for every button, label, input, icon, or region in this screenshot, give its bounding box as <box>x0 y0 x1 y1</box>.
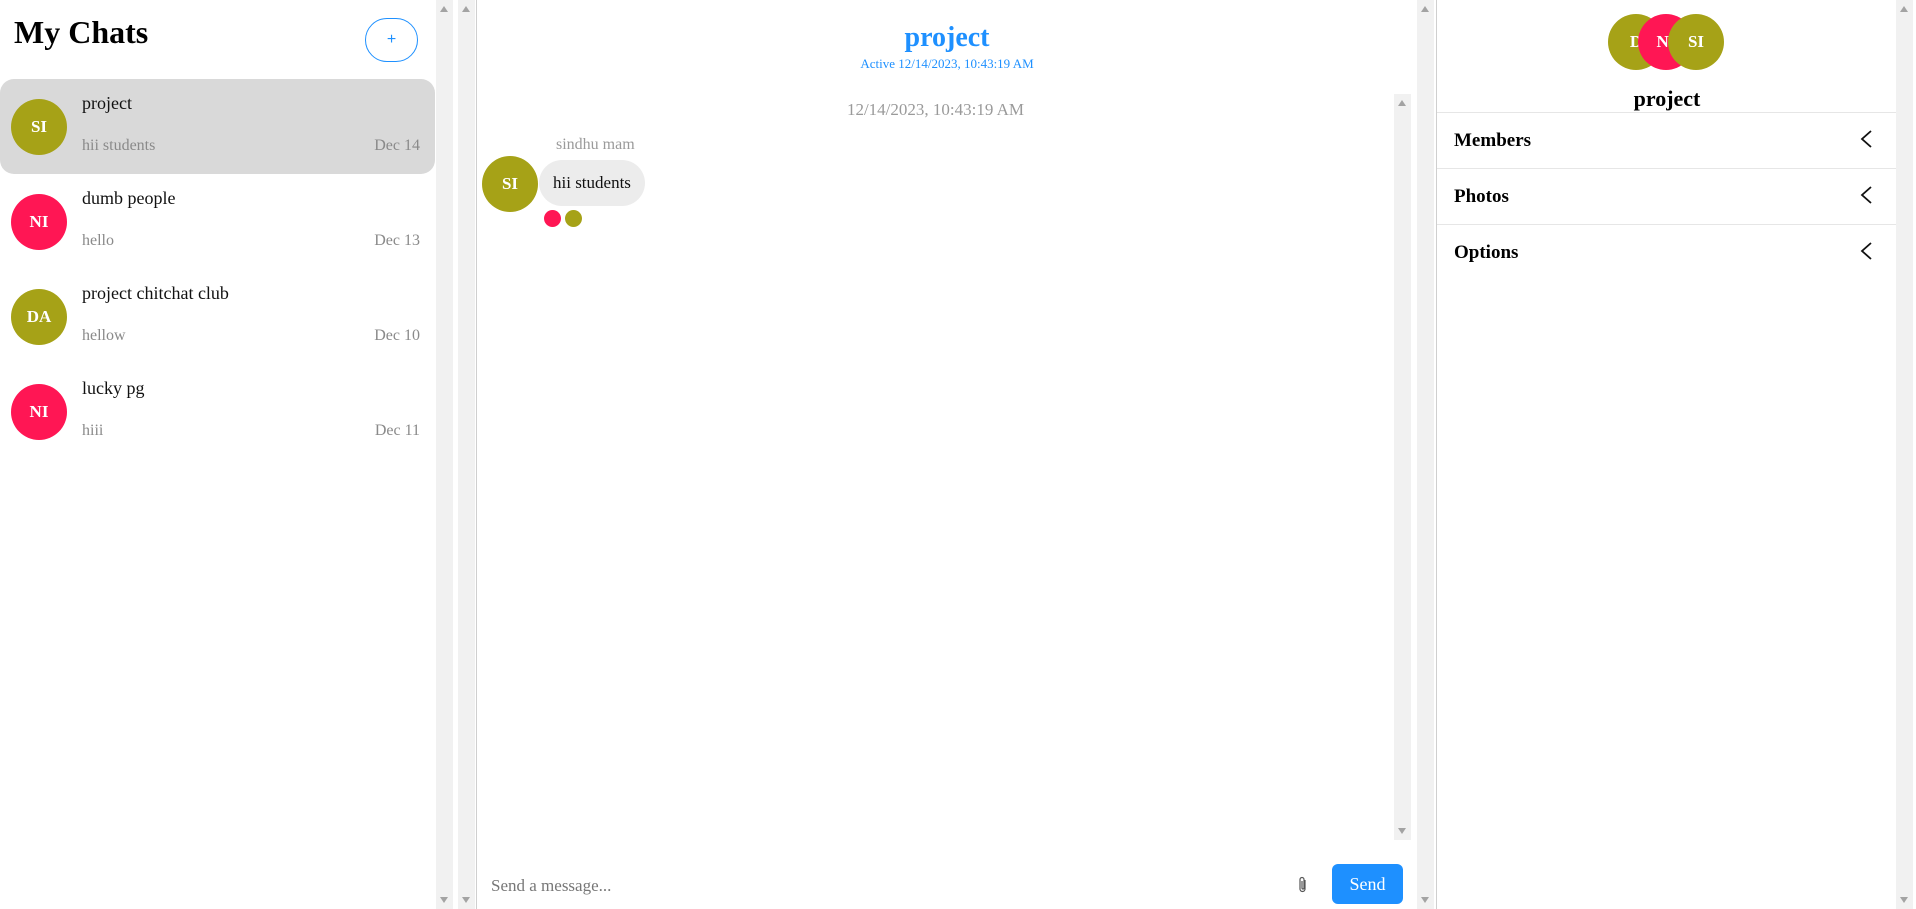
chat-item-dumb-people[interactable]: NI dumb people hello Dec 13 <box>0 174 435 269</box>
message-composer: Send <box>477 860 1417 909</box>
chat-last-message: hiii <box>82 422 104 439</box>
scroll-up-arrow-icon[interactable] <box>440 6 448 12</box>
avatar: NI <box>11 194 67 250</box>
avatar: SI <box>11 99 67 155</box>
scroll-down-arrow-icon[interactable] <box>462 897 470 903</box>
message-bubble: hii students <box>539 160 645 206</box>
paperclip-icon[interactable] <box>1295 874 1311 896</box>
scroll-up-arrow-icon[interactable] <box>1398 100 1406 106</box>
section-photos[interactable]: Photos <box>1437 168 1897 224</box>
chevron-left-icon <box>1860 186 1872 204</box>
chat-name: dumb people <box>82 188 176 208</box>
conversation-page-scrollbar[interactable] <box>1417 0 1434 909</box>
date-divider: 12/14/2023, 10:43:19 AM <box>846 100 1025 119</box>
chat-date: Dec 11 <box>374 422 420 439</box>
chat-item-lucky-pg[interactable]: NI lucky pg hiii Dec 11 <box>0 364 435 459</box>
scroll-down-arrow-icon[interactable] <box>1900 897 1908 903</box>
section-members[interactable]: Members <box>1437 112 1897 168</box>
details-scrollbar[interactable] <box>1896 0 1913 909</box>
scroll-up-arrow-icon[interactable] <box>1900 6 1908 12</box>
chat-date: Dec 14 <box>374 137 420 154</box>
chevron-left-icon <box>1860 130 1872 148</box>
scroll-up-arrow-icon[interactable] <box>462 6 470 12</box>
chat-last-message: hello <box>82 232 114 249</box>
chat-name: project <box>82 93 132 113</box>
section-label: Photos <box>1454 186 1509 207</box>
chat-list-header: My Chats <box>14 14 148 51</box>
chat-last-message: hellow <box>82 327 126 344</box>
avatar: NI <box>11 384 67 440</box>
message-list: 12/14/2023, 10:43:19 AM sindhu mam SI hi… <box>477 94 1394 840</box>
chat-details-panel: D NI SI project Members Photos Options <box>1436 0 1916 909</box>
section-options[interactable]: Options <box>1437 224 1897 280</box>
message-sender: sindhu mam <box>556 136 635 153</box>
conversation-title: project <box>904 22 990 53</box>
chat-app: My Chats + SI project hii students Dec 1… <box>0 0 1916 909</box>
message-input[interactable] <box>491 872 1271 900</box>
scroll-down-arrow-icon[interactable] <box>440 897 448 903</box>
section-label: Options <box>1454 242 1519 263</box>
member-avatar: SI <box>1668 14 1724 70</box>
conversation-status: Active 12/14/2023, 10:43:19 AM <box>860 56 1034 71</box>
avatar: DA <box>11 289 67 345</box>
chat-date: Dec 13 <box>374 232 420 249</box>
chevron-left-icon <box>1860 242 1872 260</box>
send-button[interactable]: Send <box>1332 864 1403 904</box>
chat-list-scrollbar[interactable] <box>436 0 453 909</box>
chat-name: lucky pg <box>82 378 145 398</box>
page-scrollbar[interactable] <box>458 0 475 909</box>
scroll-down-arrow-icon[interactable] <box>1398 828 1406 834</box>
message-avatar: SI <box>482 156 538 212</box>
scroll-up-arrow-icon[interactable] <box>1421 6 1429 12</box>
chat-item-project[interactable]: SI project hii students Dec 14 <box>0 79 435 174</box>
chat-item-project-chitchat-club[interactable]: DA project chitchat club hellow Dec 10 <box>0 269 435 364</box>
read-receipt-avatar <box>544 210 561 227</box>
read-receipt-avatar <box>565 210 582 227</box>
chat-list: SI project hii students Dec 14 NI dumb p… <box>0 79 435 459</box>
chat-last-message: hii students <box>82 137 156 154</box>
group-name: project <box>1633 86 1701 111</box>
conversation-panel: project Active 12/14/2023, 10:43:19 AM 1… <box>476 0 1416 909</box>
section-label: Members <box>1454 130 1532 151</box>
new-chat-button[interactable]: + <box>365 18 418 62</box>
message-scrollbar[interactable] <box>1394 94 1411 840</box>
scroll-down-arrow-icon[interactable] <box>1421 897 1429 903</box>
chat-list-panel: My Chats + SI project hii students Dec 1… <box>0 0 435 909</box>
group-avatars: D NI SI <box>1608 14 1728 70</box>
chat-name: project chitchat club <box>82 283 229 303</box>
details-accordion: Members Photos Options <box>1437 112 1897 280</box>
chat-date: Dec 10 <box>374 327 420 344</box>
chat-list-title: My Chats <box>14 14 149 50</box>
